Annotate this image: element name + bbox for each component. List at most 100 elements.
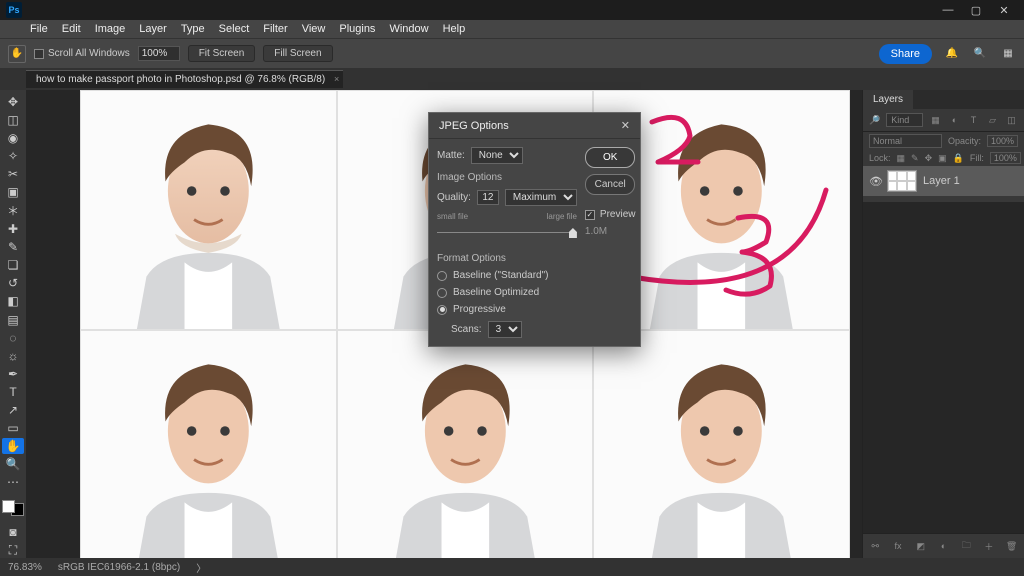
edit-toolbar-icon[interactable]: ⋯ (2, 474, 24, 490)
window-restore-icon[interactable]: ▢ (962, 4, 990, 17)
delete-layer-icon[interactable]: 🗑 (1005, 541, 1018, 552)
visibility-icon[interactable]: 👁 (869, 175, 881, 188)
quality-preset-dropdown[interactable]: Maximum (505, 189, 577, 206)
adjustment-layer-icon[interactable]: ◐ (937, 541, 950, 551)
menu-layer[interactable]: Layer (139, 23, 167, 35)
lock-artboard-icon[interactable]: ▣ (938, 153, 947, 164)
window-close-icon[interactable]: ✕ (990, 4, 1018, 17)
layer-mask-icon[interactable]: ◩ (914, 541, 927, 552)
matte-dropdown[interactable]: None (471, 147, 523, 164)
blend-mode-dropdown[interactable]: Normal (869, 134, 942, 148)
lock-position-icon[interactable]: ✥ (925, 153, 933, 164)
dodge-tool-icon[interactable]: ☼ (2, 348, 24, 364)
radio-progressive[interactable]: Progressive (437, 304, 577, 315)
status-profile[interactable]: sRGB IEC61966-2.1 (8bpc) (58, 562, 180, 573)
type-tool-icon[interactable]: T (2, 384, 24, 400)
path-tool-icon[interactable]: ↗ (2, 402, 24, 418)
wand-tool-icon[interactable]: ✧ (2, 148, 24, 164)
menu-view[interactable]: View (302, 23, 326, 35)
lasso-tool-icon[interactable]: ◉ (2, 130, 24, 146)
pen-tool-icon[interactable]: ✒ (2, 366, 24, 382)
menu-plugins[interactable]: Plugins (339, 23, 375, 35)
shape-tool-icon[interactable]: ▭ (2, 420, 24, 436)
marquee-tool-icon[interactable]: ◫ (2, 112, 24, 128)
gradient-tool-icon[interactable]: ▤ (2, 312, 24, 328)
document-tab[interactable]: how to make passport photo in Photoshop.… (26, 70, 343, 88)
menu-select[interactable]: Select (219, 23, 250, 35)
scroll-all-checkbox[interactable]: Scroll All Windows (34, 48, 130, 59)
quality-slider[interactable] (437, 227, 577, 239)
tool-preview-icon[interactable]: ✋ (8, 45, 26, 63)
lock-transparency-icon[interactable]: ▦ (897, 153, 906, 164)
heal-tool-icon[interactable]: ✚ (2, 221, 24, 237)
eraser-tool-icon[interactable]: ◧ (2, 293, 24, 309)
lock-pixels-icon[interactable]: ✎ (911, 153, 919, 164)
menu-window[interactable]: Window (389, 23, 428, 35)
window-minimize-icon[interactable]: — (934, 4, 962, 16)
filter-shape-icon[interactable]: ▱ (986, 115, 999, 126)
blur-tool-icon[interactable]: ◌ (2, 330, 24, 346)
zoom-input[interactable]: 100% (138, 46, 180, 61)
layer-name[interactable]: Layer 1 (923, 175, 960, 187)
cancel-button[interactable]: Cancel (585, 174, 636, 195)
scans-dropdown[interactable]: 3 (488, 321, 522, 338)
fit-screen-button[interactable]: Fit Screen (188, 45, 256, 62)
screenmode-icon[interactable]: ⛶ (2, 542, 24, 558)
menu-image[interactable]: Image (95, 23, 126, 35)
chevron-right-icon[interactable]: 〉 (196, 560, 206, 575)
slider-knob-icon[interactable] (569, 228, 577, 238)
lock-all-icon[interactable]: 🔒 (953, 153, 964, 164)
status-zoom[interactable]: 76.83% (8, 562, 42, 573)
quality-input[interactable] (477, 190, 499, 205)
foreground-color-swatch[interactable] (2, 500, 15, 513)
dialog-close-icon[interactable]: ✕ (621, 119, 630, 132)
jpeg-options-dialog: JPEG Options ✕ Matte: None Image Options… (428, 112, 641, 347)
filter-type-icon[interactable]: T (967, 115, 980, 125)
ok-button[interactable]: OK (585, 147, 636, 168)
radio-baseline-standard[interactable]: Baseline ("Standard") (437, 270, 577, 281)
brush-tool-icon[interactable]: ✎ (2, 239, 24, 255)
notifications-icon[interactable]: 🔔 (944, 46, 960, 62)
zoom-tool-icon[interactable]: 🔍 (2, 456, 24, 472)
workspace-icon[interactable]: ▦ (1000, 46, 1016, 62)
dialog-titlebar[interactable]: JPEG Options ✕ (429, 113, 640, 139)
eyedropper-tool-icon[interactable]: ＊ (2, 202, 24, 219)
quickmask-icon[interactable]: ◙ (2, 524, 24, 540)
layer-item[interactable]: 👁 Layer 1 (863, 166, 1024, 196)
filter-pixel-icon[interactable]: ▦ (929, 115, 942, 126)
opacity-value[interactable]: 100% (987, 135, 1018, 147)
group-icon[interactable]: 🗀 (960, 538, 973, 554)
link-layers-icon[interactable]: ⚯ (869, 541, 882, 552)
filesize-readout: 1.0M (585, 226, 636, 237)
menu-type[interactable]: Type (181, 23, 205, 35)
filter-kind-icon[interactable]: 🔎 (869, 115, 880, 126)
close-tab-icon[interactable]: × (334, 74, 339, 84)
menu-file[interactable]: File (30, 23, 48, 35)
layer-filter-kind[interactable]: Kind (886, 113, 923, 127)
radio-label: Baseline ("Standard") (453, 270, 548, 281)
move-tool-icon[interactable]: ✥ (2, 94, 24, 110)
crop-tool-icon[interactable]: ✂ (2, 166, 24, 182)
search-icon[interactable]: 🔍 (972, 46, 988, 62)
layers-tab[interactable]: Layers (863, 90, 913, 109)
panel-filler (863, 202, 1024, 533)
history-tool-icon[interactable]: ↺ (2, 275, 24, 291)
radio-baseline-optimized[interactable]: Baseline Optimized (437, 287, 577, 298)
photo-cell (593, 330, 850, 558)
preview-checkbox[interactable]: ✓ Preview (585, 209, 636, 220)
fill-value[interactable]: 100% (990, 152, 1021, 164)
color-swatches[interactable] (2, 500, 24, 516)
filter-adjust-icon[interactable]: ◐ (948, 115, 961, 125)
fill-screen-button[interactable]: Fill Screen (263, 45, 332, 62)
hand-tool-icon[interactable]: ✋ (2, 438, 24, 454)
share-button[interactable]: Share (879, 44, 932, 64)
menu-help[interactable]: Help (443, 23, 466, 35)
stamp-tool-icon[interactable]: ❏ (2, 257, 24, 273)
new-layer-icon[interactable]: ＋ (983, 540, 996, 553)
matte-label: Matte: (437, 150, 465, 161)
frame-tool-icon[interactable]: ▣ (2, 184, 24, 200)
menu-edit[interactable]: Edit (62, 23, 81, 35)
filter-smart-icon[interactable]: ◫ (1005, 115, 1018, 126)
layer-fx-icon[interactable]: fx (892, 541, 905, 551)
menu-filter[interactable]: Filter (263, 23, 287, 35)
